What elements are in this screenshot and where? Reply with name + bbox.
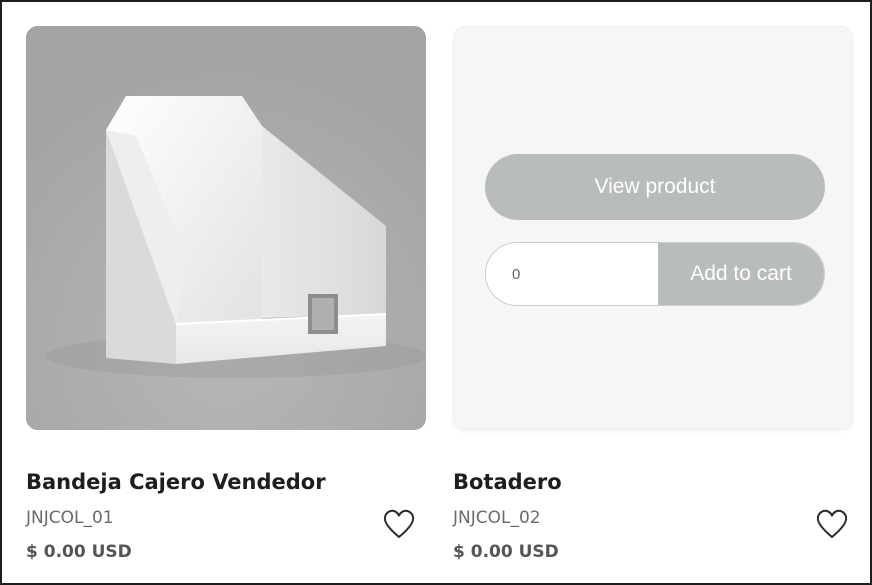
product-image[interactable] [26,26,426,430]
product-sku: JNJCOL_02 [453,508,541,528]
add-to-cart-button[interactable]: Add to cart [658,243,824,305]
product-name[interactable]: Bandeja Cajero Vendedor [26,470,326,494]
product-info: Botadero JNJCOL_02 $ 0.00 USD [453,430,853,562]
product-info: Bandeja Cajero Vendedor JNJCOL_01 $ 0.00… [26,430,426,562]
product-price: $ 0.00 USD [26,542,132,562]
product-name[interactable]: Botadero [453,470,562,494]
product-card: Bandeja Cajero Vendedor JNJCOL_01 $ 0.00… [26,26,426,562]
product-sku: JNJCOL_01 [26,508,114,528]
quantity-input[interactable] [486,243,658,305]
heart-icon[interactable] [382,508,416,540]
add-to-cart-group: Add to cart [485,242,825,306]
heart-icon[interactable] [815,508,849,540]
view-product-button[interactable]: View product [485,154,825,220]
product-card: View product Add to cart Botadero JNJCOL… [453,26,853,562]
product-price: $ 0.00 USD [453,542,559,562]
product-grid: Bandeja Cajero Vendedor JNJCOL_01 $ 0.00… [0,0,872,585]
cardboard-display-tray-image [26,26,426,430]
product-image-placeholder: View product Add to cart [453,26,853,430]
